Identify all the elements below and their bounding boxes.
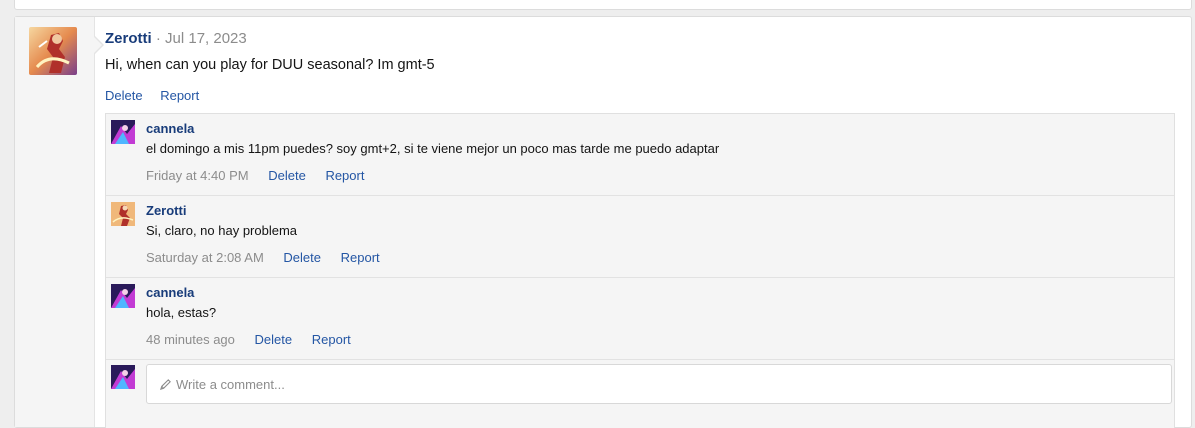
- comment-delete-link[interactable]: Delete: [283, 250, 321, 265]
- post-body: Hi, when can you play for DUU seasonal? …: [105, 57, 435, 73]
- previous-post-card: [14, 0, 1192, 10]
- pencil-icon: [159, 378, 172, 391]
- post-header: Zerotti · Jul 17, 2023: [105, 30, 247, 47]
- comment-avatar[interactable]: [111, 202, 135, 226]
- comment-time[interactable]: Friday at 4:40 PM: [146, 168, 249, 183]
- speech-arrow-inner: [93, 36, 102, 54]
- composer-avatar: [111, 365, 135, 389]
- comment-text: Si, claro, no hay problema: [146, 223, 298, 238]
- comment-footer: 48 minutes ago Delete Report: [146, 332, 367, 347]
- post-date[interactable]: Jul 17, 2023: [165, 30, 247, 47]
- comment: Zerotti Si, claro, no hay problema Satur…: [106, 196, 1174, 278]
- comment-time[interactable]: Saturday at 2:08 AM: [146, 250, 264, 265]
- comment-input-placeholder: Write a comment...: [176, 376, 285, 392]
- comment: cannela el domingo a mis 11pm puedes? so…: [106, 114, 1174, 196]
- comment: cannela hola, estas? 48 minutes ago Dele…: [106, 278, 1174, 360]
- comment-author-link[interactable]: cannela: [146, 121, 194, 136]
- profile-post: Zerotti · Jul 17, 2023 Hi, when can you …: [14, 16, 1192, 428]
- comment-author-link[interactable]: Zerotti: [146, 203, 186, 218]
- post-author-link[interactable]: Zerotti: [105, 30, 152, 47]
- comment-input[interactable]: Write a comment...: [146, 364, 1172, 404]
- comment-report-link[interactable]: Report: [325, 168, 364, 183]
- post-actions: Delete Report: [105, 88, 213, 103]
- comment-text: hola, estas?: [146, 305, 217, 320]
- comment-report-link[interactable]: Report: [312, 332, 351, 347]
- comment-text: el domingo a mis 11pm puedes? soy gmt+2,…: [146, 141, 720, 156]
- comment-avatar[interactable]: [111, 120, 135, 144]
- comment-time[interactable]: 48 minutes ago: [146, 332, 235, 347]
- post-delete-link[interactable]: Delete: [105, 88, 143, 103]
- comment-delete-link[interactable]: Delete: [268, 168, 306, 183]
- avatar[interactable]: [29, 27, 77, 75]
- comments-list: cannela el domingo a mis 11pm puedes? so…: [105, 113, 1175, 428]
- comment-avatar[interactable]: [111, 284, 135, 308]
- comment-footer: Saturday at 2:08 AM Delete Report: [146, 250, 396, 265]
- comment-delete-link[interactable]: Delete: [255, 332, 293, 347]
- comment-composer: Write a comment...: [106, 359, 1174, 428]
- comment-report-link[interactable]: Report: [341, 250, 380, 265]
- post-avatar-column: [15, 17, 95, 427]
- meta-separator: ·: [155, 30, 161, 47]
- post-report-link[interactable]: Report: [160, 88, 199, 103]
- comment-author-link[interactable]: cannela: [146, 285, 194, 300]
- comment-footer: Friday at 4:40 PM Delete Report: [146, 168, 380, 183]
